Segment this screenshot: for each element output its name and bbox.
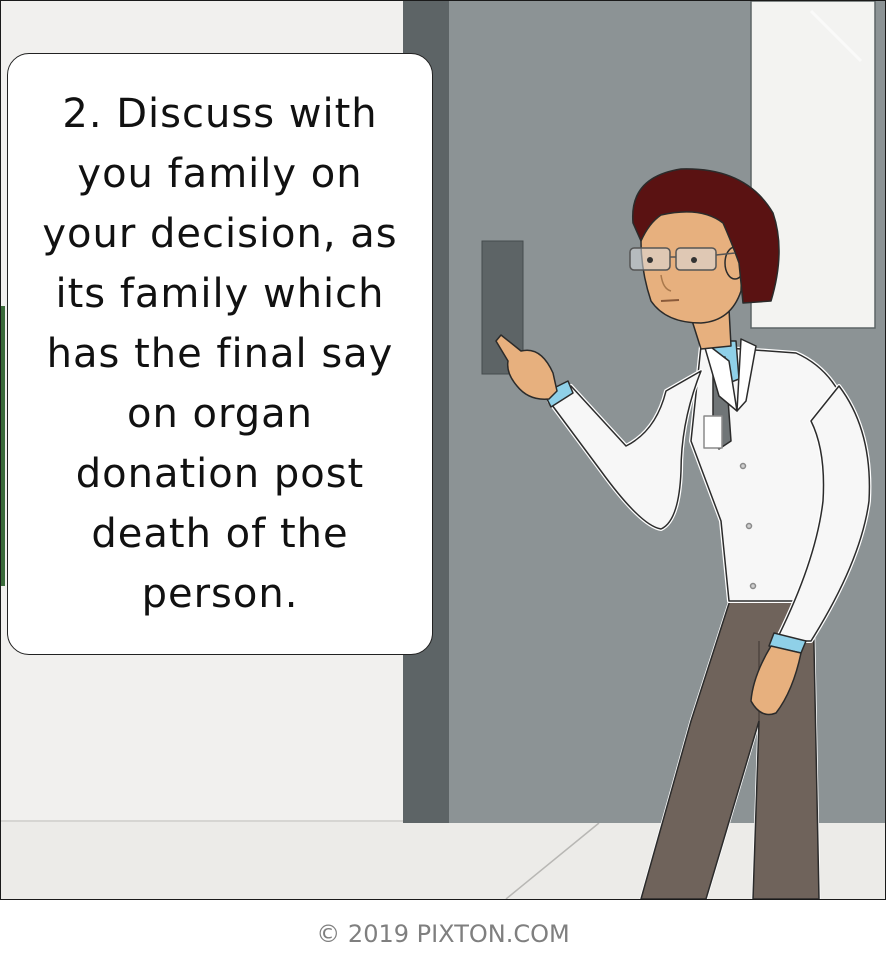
comic-panel: 2. Discuss with you family on your decis… [0,0,886,900]
copyright-credit: © 2019 PIXTON.COM [316,920,570,948]
edge-stripe [1,306,5,586]
speech-bubble-text: 2. Discuss with you family on your decis… [42,91,398,617]
speech-bubble: 2. Discuss with you family on your decis… [7,53,433,655]
